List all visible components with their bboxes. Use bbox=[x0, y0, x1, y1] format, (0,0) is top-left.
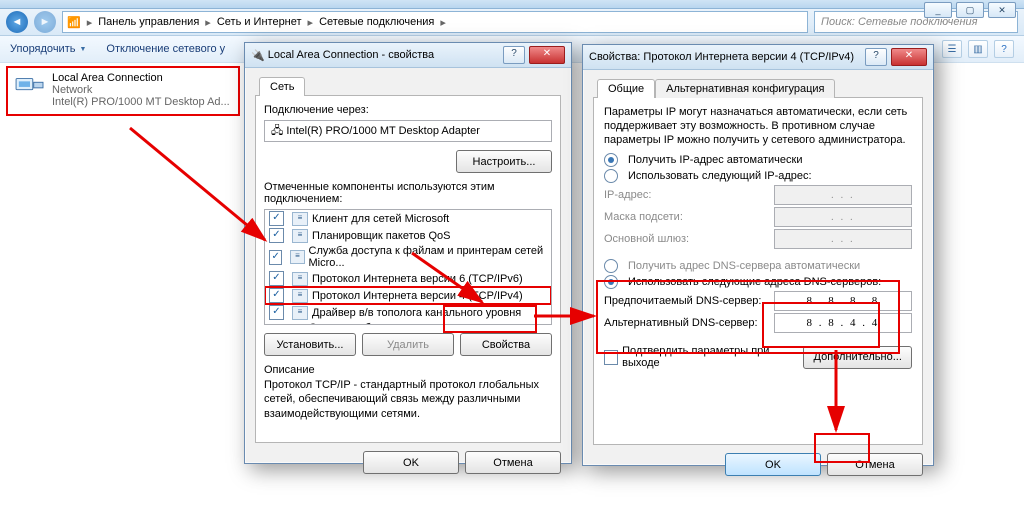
component-label: Драйвер в/в тополога канального уровня bbox=[312, 307, 521, 319]
component-item[interactable]: ✓ ≡ Протокол Интернета версии 4 (TCP/IPv4) bbox=[265, 287, 551, 304]
connection-status: Network bbox=[14, 84, 232, 96]
gateway-input: . . . bbox=[774, 229, 912, 249]
component-label: Протокол Интернета версии 6 (TCP/IPv6) bbox=[312, 273, 523, 285]
dns-auto-radio: Получить адрес DNS-сервера автоматически bbox=[604, 259, 912, 273]
protocol-icon: ≡ bbox=[292, 229, 308, 243]
crumb[interactable]: Сеть и Интернет bbox=[217, 16, 302, 28]
properties-button[interactable]: Свойства bbox=[460, 333, 552, 356]
dns-pref-label: Предпочитаемый DNS-сервер: bbox=[604, 295, 768, 307]
ip-label: IP-адрес: bbox=[604, 189, 768, 201]
mask-input: . . . bbox=[774, 207, 912, 227]
ip-manual-radio[interactable]: Использовать следующий IP-адрес: bbox=[604, 169, 912, 183]
adapter-field: 🖧 Intel(R) PRO/1000 MT Desktop Adapter bbox=[264, 120, 552, 142]
checkbox-icon[interactable]: ✓ bbox=[269, 228, 284, 243]
protocol-icon: ≡ bbox=[290, 250, 304, 264]
disable-device-button[interactable]: Отключение сетевого у bbox=[106, 43, 225, 55]
tab-alternate[interactable]: Альтернативная конфигурация bbox=[655, 79, 835, 98]
dns-alt-label: Альтернативный DNS-сервер: bbox=[604, 317, 768, 329]
nav-forward-button[interactable]: ► bbox=[34, 11, 56, 33]
ok-button[interactable]: OK bbox=[363, 451, 459, 474]
dns-alt-input[interactable]: 8 . 8 . 4 . 4 bbox=[774, 313, 912, 333]
component-item[interactable]: ✓ ≡ Драйвер в/в тополога канального уровня bbox=[265, 304, 551, 321]
description-text: Протокол TCP/IP - стандартный протокол г… bbox=[264, 378, 552, 421]
uninstall-button: Удалить bbox=[362, 333, 454, 356]
address-bar-row: ◄ ► 📶 ▸ Панель управления ▸ Сеть и Интер… bbox=[0, 9, 1024, 36]
components-list[interactable]: ✓ ≡ Клиент для сетей Microsoft ✓ ≡ Планировщи… bbox=[264, 209, 552, 325]
ip-auto-radio[interactable]: Получить IP-адрес автоматически bbox=[604, 153, 912, 167]
breadcrumb[interactable]: 📶 ▸ Панель управления ▸ Сеть и Интернет … bbox=[62, 11, 808, 33]
folder-icon: 📶 bbox=[67, 16, 81, 29]
tab-network[interactable]: Сеть bbox=[259, 77, 305, 96]
dns-pref-input[interactable]: 8 . 8 . 8 . 8 bbox=[774, 291, 912, 311]
nic-icon: 🖧 bbox=[271, 122, 283, 141]
preview-pane-icon[interactable]: ▥ bbox=[968, 40, 988, 58]
checkbox-icon[interactable]: ✓ bbox=[269, 250, 282, 265]
dialog-title: Свойства: Протокол Интернета версии 4 (T… bbox=[589, 51, 854, 63]
checkbox-icon[interactable]: ✓ bbox=[269, 211, 284, 226]
mask-label: Маска подсети: bbox=[604, 211, 768, 223]
close-button[interactable]: ✕ bbox=[529, 46, 565, 64]
component-label: Ответчик обнаружения топологии канальног… bbox=[309, 322, 547, 325]
advanced-button[interactable]: Дополнительно... bbox=[803, 346, 912, 369]
protocol-icon: ≡ bbox=[292, 306, 308, 320]
connection-adapter: Intel(R) PRO/1000 MT Desktop Ad... bbox=[14, 96, 232, 108]
network-adapter-icon bbox=[14, 72, 46, 100]
protocol-icon: ≡ bbox=[292, 212, 308, 226]
crumb[interactable]: Сетевые подключения bbox=[319, 16, 434, 28]
connect-via-label: Подключение через: bbox=[264, 104, 552, 116]
ok-button[interactable]: OK bbox=[725, 453, 821, 476]
help-button[interactable]: ? bbox=[503, 46, 525, 64]
gateway-label: Основной шлюз: bbox=[604, 233, 768, 245]
dialog-titlebar[interactable]: Свойства: Протокол Интернета версии 4 (T… bbox=[583, 45, 933, 70]
component-label: Клиент для сетей Microsoft bbox=[312, 213, 449, 225]
nic-icon: 🔌 bbox=[251, 49, 265, 62]
maximize-button[interactable]: ▢ bbox=[956, 2, 984, 18]
ip-input: . . . bbox=[774, 185, 912, 205]
hint-text: Параметры IP могут назначаться автоматич… bbox=[604, 106, 912, 147]
close-button[interactable]: ✕ bbox=[988, 2, 1016, 18]
help-button[interactable]: ? bbox=[865, 48, 887, 66]
dialog-titlebar[interactable]: 🔌 Local Area Connection - свойства ? ✕ bbox=[245, 43, 571, 68]
help-icon[interactable]: ? bbox=[994, 40, 1014, 58]
components-label: Отмеченные компоненты используются этим … bbox=[264, 181, 552, 205]
component-item[interactable]: ✓ ≡ Служба доступа к файлам и принтерам се… bbox=[265, 244, 551, 270]
crumb[interactable]: Панель управления bbox=[98, 16, 199, 28]
checkbox-icon[interactable]: ✓ bbox=[269, 271, 284, 286]
organize-menu[interactable]: Упорядочить ▼ bbox=[10, 43, 86, 55]
tab-general[interactable]: Общие bbox=[597, 79, 655, 98]
install-button[interactable]: Установить... bbox=[264, 333, 356, 356]
window-titlebar: _ ▢ ✕ bbox=[0, 0, 1024, 9]
close-button[interactable]: ✕ bbox=[891, 48, 927, 66]
component-item[interactable]: ✓ ≡ Протокол Интернета версии 6 (TCP/IPv6) bbox=[265, 270, 551, 287]
validate-checkbox[interactable]: Подтвердить параметры при выходе bbox=[604, 345, 797, 369]
configure-button[interactable]: Настроить... bbox=[456, 150, 552, 173]
ipv4-properties-dialog: Свойства: Протокол Интернета версии 4 (T… bbox=[582, 44, 934, 466]
dialog-title: Local Area Connection - свойства bbox=[268, 49, 434, 61]
lac-properties-dialog: 🔌 Local Area Connection - свойства ? ✕ С… bbox=[244, 42, 572, 464]
checkbox-icon[interactable]: ✓ bbox=[269, 305, 284, 320]
cancel-button[interactable]: Отмена bbox=[465, 451, 561, 474]
component-item[interactable]: ✓ ≡ Клиент для сетей Microsoft bbox=[265, 210, 551, 227]
nav-back-button[interactable]: ◄ bbox=[6, 11, 28, 33]
component-item[interactable]: ✓ ≡ Планировщик пакетов QoS bbox=[265, 227, 551, 244]
checkbox-icon[interactable]: ✓ bbox=[269, 288, 284, 303]
protocol-icon: ≡ bbox=[292, 289, 308, 303]
dns-manual-radio[interactable]: Использовать следующие адреса DNS-сервер… bbox=[604, 275, 912, 289]
minimize-button[interactable]: _ bbox=[924, 2, 952, 18]
component-label: Планировщик пакетов QoS bbox=[312, 230, 451, 242]
component-item[interactable]: ✓≡Ответчик обнаружения топологии канальн… bbox=[265, 321, 551, 325]
description-heading: Описание bbox=[264, 364, 552, 376]
component-label: Протокол Интернета версии 4 (TCP/IPv4) bbox=[312, 290, 523, 302]
component-label: Служба доступа к файлам и принтерам сете… bbox=[309, 245, 547, 269]
connection-name: Local Area Connection bbox=[14, 72, 232, 84]
view-icon[interactable]: ☰ bbox=[942, 40, 962, 58]
protocol-icon: ≡ bbox=[292, 272, 308, 286]
connection-item[interactable]: Local Area Connection Network Intel(R) P… bbox=[6, 66, 240, 116]
cancel-button[interactable]: Отмена bbox=[827, 453, 923, 476]
